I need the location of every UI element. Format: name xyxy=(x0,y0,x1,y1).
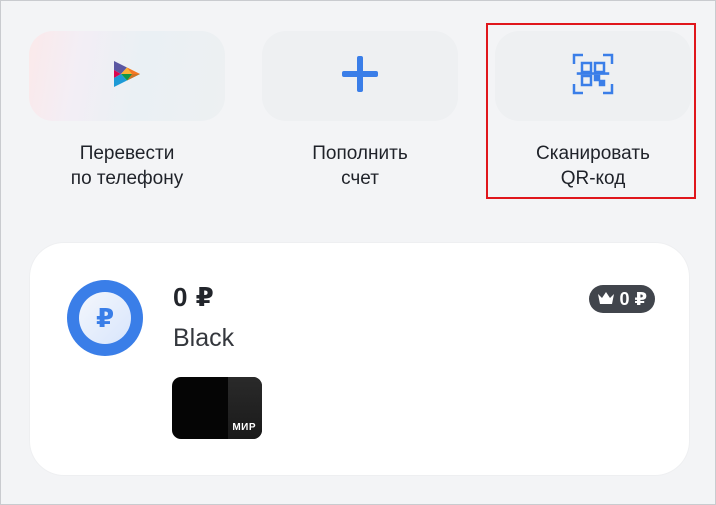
plus-icon xyxy=(340,54,380,99)
crown-icon xyxy=(597,289,615,310)
transfer-by-phone-button[interactable]: Перевести по телефону xyxy=(29,31,225,191)
account-card[interactable]: ₽ 0 ₽ Black 0 ₽ МИР xyxy=(30,243,689,475)
account-name: Black xyxy=(173,324,235,352)
ruble-symbol: ₽ xyxy=(79,292,131,344)
bonus-amount: 0 ₽ xyxy=(619,288,647,309)
top-up-tile[interactable] xyxy=(262,31,458,121)
bank-card-thumbnail[interactable]: МИР xyxy=(172,377,262,439)
ruble-coin-icon: ₽ xyxy=(67,280,143,356)
mir-logo: МИР xyxy=(232,422,256,433)
top-up-label: Пополнить счет xyxy=(312,143,408,189)
transfer-by-phone-label: Перевести по телефону xyxy=(70,143,184,189)
top-up-button[interactable]: Пополнить счет xyxy=(262,31,458,191)
bonus-badge[interactable]: 0 ₽ xyxy=(589,285,655,313)
quick-actions: Перевести по телефону Пополнить счет Ска… xyxy=(1,1,715,231)
account-balance: 0 ₽ xyxy=(173,282,215,312)
screen: Перевести по телефону Пополнить счет Ска… xyxy=(1,1,715,504)
sbp-transfer-icon xyxy=(110,57,144,96)
transfer-by-phone-tile[interactable] xyxy=(29,31,225,121)
selection-highlight xyxy=(486,23,696,199)
